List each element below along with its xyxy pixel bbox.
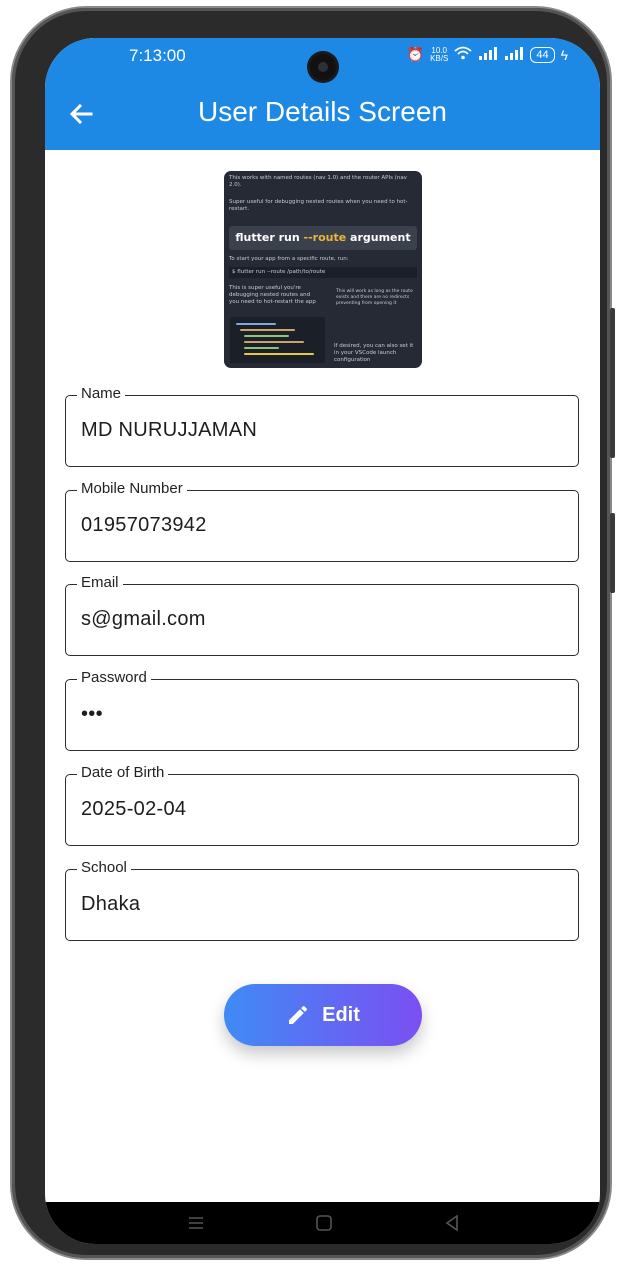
email-value: s@gmail.com — [81, 608, 206, 630]
thumb-text-2: Super useful for debugging nested routes… — [229, 199, 408, 212]
password-label: Password — [77, 669, 151, 686]
status-time: 7:13:00 — [129, 46, 186, 65]
email-label: Email — [77, 574, 123, 591]
thumb-shell: $ flutter run --route /path/to/route — [229, 267, 417, 278]
field-border — [65, 869, 579, 941]
thumb-text-3: To start your app from a specific route,… — [229, 256, 349, 262]
edit-button[interactable]: Edit — [224, 984, 422, 1046]
status-icons: ⏰ 10.0 KB/S 44 ϟ — [407, 46, 568, 63]
password-field[interactable]: Password ••• — [65, 669, 579, 751]
mobile-number-field[interactable]: Mobile Number 01957073942 — [65, 480, 579, 562]
front-camera — [310, 54, 336, 80]
signal-icon — [478, 46, 498, 63]
net-speed-unit: KB/S — [430, 53, 449, 63]
edit-button-label: Edit — [322, 1003, 360, 1026]
cmd-highlight: --route — [303, 231, 347, 244]
cmd-prefix: flutter run — [235, 231, 304, 244]
mobile-number-label: Mobile Number — [77, 480, 187, 497]
battery-indicator: 44 — [530, 46, 555, 63]
signal-icon-2 — [504, 46, 524, 63]
name-value: MD NURUJJAMAN — [81, 419, 258, 441]
home-icon[interactable] — [313, 1212, 335, 1234]
date-of-birth-label: Date of Birth — [77, 764, 169, 781]
thumb-text-1: This works with named routes (nav 1.0) a… — [229, 175, 407, 188]
alarm-icon: ⏰ — [406, 46, 425, 62]
charging-icon: ϟ — [560, 46, 568, 63]
date-of-birth-value: 2025-02-04 — [81, 798, 187, 820]
cmd-suffix: argument — [346, 231, 411, 244]
thumb-note-left: This is super useful you're debugging ne… — [229, 285, 316, 305]
name-label: Name — [77, 385, 126, 402]
mobile-number-value: 01957073942 — [81, 514, 207, 536]
pencil-icon — [289, 1005, 308, 1024]
password-value: ••• — [81, 703, 103, 725]
screen: 7:13:00 ⏰ 10.0 KB/S 44 ϟ User Details Sc… — [45, 38, 600, 1244]
page-title: User Details Screen — [198, 96, 447, 127]
thumb-command: flutter run --route argument — [229, 226, 417, 250]
date-of-birth-field[interactable]: Date of Birth 2025-02-04 — [65, 764, 579, 846]
thumb-note-right: This will work as long as the route exis… — [336, 289, 413, 306]
thumb-code-block — [230, 317, 325, 363]
wifi-icon — [454, 46, 472, 63]
net-speed: 10.0 KB/S — [430, 46, 449, 63]
phone-frame: 7:13:00 ⏰ 10.0 KB/S 44 ϟ User Details Sc… — [12, 8, 615, 1258]
name-field[interactable]: Name MD NURUJJAMAN — [65, 385, 579, 467]
school-value: Dhaka — [81, 893, 141, 915]
field-border — [65, 679, 579, 751]
profile-image: This works with named routes (nav 1.0) a… — [224, 171, 422, 368]
app-bar: 7:13:00 ⏰ 10.0 KB/S 44 ϟ User Details Sc… — [45, 38, 600, 150]
school-field[interactable]: School Dhaka — [65, 859, 579, 941]
school-label: School — [77, 859, 131, 876]
system-nav-bar — [45, 1202, 600, 1244]
email-field[interactable]: Email s@gmail.com — [65, 574, 579, 656]
back-triangle-icon[interactable] — [441, 1212, 463, 1234]
power-button — [610, 308, 615, 458]
menu-icon[interactable] — [185, 1212, 207, 1234]
volume-button — [610, 513, 615, 593]
thumb-note-bottom: If desired, you can also set it in your … — [334, 343, 414, 363]
